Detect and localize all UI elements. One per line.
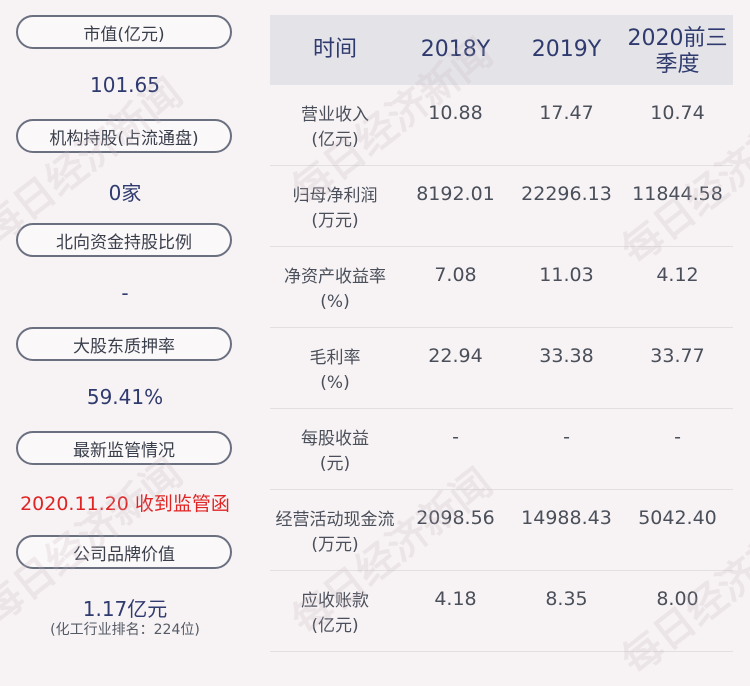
brand-value-value: 1.17亿元	[82, 597, 168, 621]
row-label-unit: (%)	[320, 373, 350, 393]
northbound-ratio-label: 北向资金持股比例	[16, 223, 232, 257]
row-label-name: 每股收益	[301, 429, 369, 449]
row-label-name: 经营活动现金流	[275, 510, 395, 530]
left-panel: 市值(亿元) 101.65 机构持股(占流通盘) 0家 北向资金持股比例 - 大…	[0, 0, 252, 667]
table-row: 应收账款 (亿元) 4.18 8.35 8.00	[270, 571, 733, 652]
table-header: 时间 2018Y 2019Y 2020前三季度	[270, 15, 733, 85]
table-cell: 5042.40	[638, 507, 717, 529]
table-cell: 11844.58	[632, 183, 723, 205]
header-2018: 2018Y	[420, 37, 491, 62]
row-label-unit: (万元)	[311, 535, 359, 555]
row-label-name: 毛利率	[309, 348, 361, 368]
row-label-name: 营业收入	[301, 105, 369, 125]
row-label: 毛利率 (%)	[270, 346, 400, 396]
table-cell: 10.88	[428, 102, 483, 124]
table-cell: 33.77	[650, 345, 705, 367]
row-label-unit: (元)	[319, 454, 351, 474]
table-cell: 22296.13	[521, 183, 612, 205]
header-2020q3: 2020前三季度	[627, 26, 728, 77]
table-cell: 17.47	[539, 102, 594, 124]
row-label-unit: (万元)	[311, 211, 359, 231]
table-row: 经营活动现金流 (万元) 2098.56 14988.43 5042.40	[270, 490, 733, 571]
row-label: 应收账款 (亿元)	[270, 589, 400, 639]
table-row: 净资产收益率 (%) 7.08 11.03 4.12	[270, 247, 733, 328]
table-cell: 22.94	[428, 345, 483, 367]
table-cell: 11.03	[539, 264, 594, 286]
table-cell: 2098.56	[416, 507, 495, 529]
table-row: 每股收益 (元) - - -	[270, 409, 733, 490]
market-cap-value: 101.65	[90, 73, 160, 97]
row-label-name: 归母净利润	[292, 186, 378, 206]
table-cell: -	[563, 426, 570, 448]
table-cell: 8192.01	[416, 183, 495, 205]
brand-value-label: 公司品牌价值	[16, 535, 232, 569]
market-cap-label: 市值(亿元)	[16, 15, 232, 49]
row-label: 营业收入 (亿元)	[270, 103, 400, 153]
table-row: 营业收入 (亿元) 10.88 17.47 10.74	[270, 85, 733, 166]
row-label-unit: (亿元)	[311, 130, 359, 150]
row-label: 经营活动现金流 (万元)	[270, 508, 400, 558]
table-cell: 10.74	[650, 102, 705, 124]
header-2019: 2019Y	[531, 37, 602, 62]
row-label: 归母净利润 (万元)	[270, 184, 400, 234]
table-cell: -	[674, 426, 681, 448]
table-cell: -	[452, 426, 459, 448]
row-label: 每股收益 (元)	[270, 427, 400, 477]
row-label: 净资产收益率 (%)	[270, 265, 400, 315]
table-cell: 4.18	[434, 588, 477, 610]
table-cell: 4.12	[656, 264, 699, 286]
table-row: 毛利率 (%) 22.94 33.38 33.77	[270, 328, 733, 409]
row-label-unit: (%)	[320, 292, 350, 312]
row-label-name: 应收账款	[301, 591, 369, 611]
table-cell: 14988.43	[521, 507, 612, 529]
table-row: 归母净利润 (万元) 8192.01 22296.13 11844.58	[270, 166, 733, 247]
northbound-ratio-value: -	[121, 281, 129, 305]
table-cell: 8.35	[545, 588, 588, 610]
table-cell: 33.38	[539, 345, 594, 367]
regulation-label: 最新监管情况	[16, 431, 232, 465]
brand-rank-note: (化工行业排名：224位)	[50, 622, 200, 638]
row-label-name: 净资产收益率	[284, 267, 386, 287]
regulation-value: 2020.11.20 收到监管函	[20, 493, 230, 515]
header-time: 时间	[312, 37, 357, 62]
institutional-holding-value: 0家	[108, 181, 142, 205]
table-cell: 8.00	[656, 588, 699, 610]
row-label-unit: (亿元)	[311, 616, 359, 636]
table-cell: 7.08	[434, 264, 477, 286]
pledge-rate-value: 59.41%	[86, 385, 164, 409]
institutional-holding-label: 机构持股(占流通盘)	[16, 119, 232, 153]
pledge-rate-label: 大股东质押率	[16, 327, 232, 361]
